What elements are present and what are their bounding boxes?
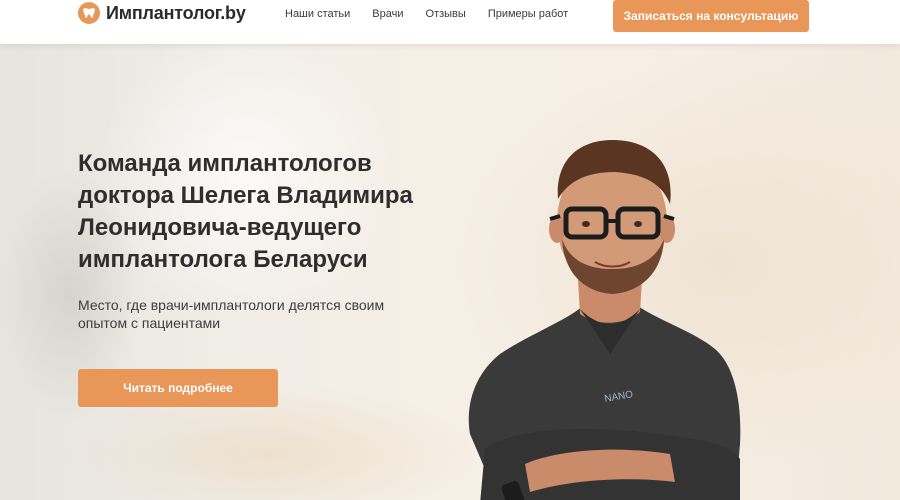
hero-title: Команда имплантологов доктора Шелега Вла… [78, 150, 413, 273]
nav-link-articles[interactable]: Наши статьи [285, 7, 350, 21]
main-nav: Наши статьи Врачи Отзывы Примеры работ [285, 7, 568, 21]
site-logo[interactable]: Имплантолог.by [78, 2, 246, 24]
nav-link-works[interactable]: Примеры работ [488, 7, 568, 21]
read-more-button[interactable]: Читать подробнее [78, 369, 278, 407]
nav-link-doctors[interactable]: Врачи [372, 7, 403, 21]
site-header: Имплантолог.by Наши статьи Врачи Отзывы … [0, 0, 900, 44]
hero-subtitle: Место, где врачи-имплантологи делятся св… [78, 297, 385, 331]
tooth-icon [78, 2, 100, 24]
book-consultation-button[interactable]: Записаться на консультацию [613, 0, 809, 32]
doctor-photo: NANO [468, 139, 741, 500]
nav-link-reviews[interactable]: Отзывы [426, 7, 466, 21]
hero-section: Команда имплантологов доктора Шелега Вла… [0, 44, 900, 500]
logo-text: Имплантолог.by [106, 2, 246, 23]
